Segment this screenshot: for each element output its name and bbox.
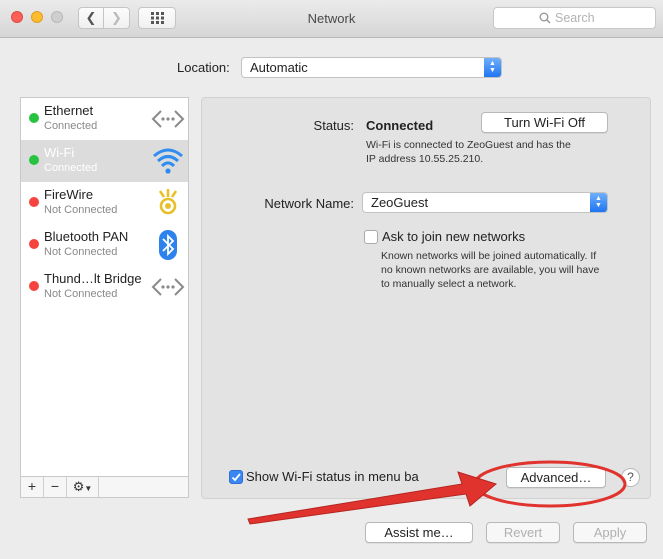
ask-join-description: Known networks will be joined automatica… bbox=[381, 249, 599, 291]
chevron-down-icon: ▼ bbox=[84, 484, 93, 493]
ask-join-description-line: no known networks are available, you wil… bbox=[381, 264, 600, 276]
service-status: Not Connected bbox=[44, 204, 118, 216]
location-value: Automatic bbox=[250, 60, 308, 75]
ask-join-description-line: to manually select a network. bbox=[381, 278, 517, 290]
add-service-button[interactable]: + bbox=[21, 477, 44, 497]
search-placeholder: Search bbox=[555, 11, 595, 25]
thunderbolt-bridge-icon bbox=[151, 278, 185, 296]
gear-icon: ⚙ bbox=[72, 479, 85, 494]
updown-arrows-icon: ▲ ▼ bbox=[484, 58, 501, 77]
show-wifi-status-checkbox[interactable] bbox=[229, 470, 243, 484]
firewire-icon bbox=[158, 189, 178, 215]
ask-join-description-line: Known networks will be joined automatica… bbox=[381, 250, 597, 262]
service-name: Bluetooth PAN bbox=[44, 229, 129, 244]
service-item-bluetooth-pan[interactable]: Bluetooth PAN Not Connected bbox=[21, 224, 188, 266]
minus-icon: − bbox=[50, 478, 60, 494]
checkmark-icon bbox=[231, 473, 241, 482]
search-icon bbox=[539, 12, 551, 24]
service-item-wifi[interactable]: Wi-Fi Connected bbox=[21, 140, 188, 182]
network-name-select[interactable]: ZeoGuest ▲ ▼ bbox=[362, 192, 608, 213]
status-dot bbox=[29, 281, 39, 291]
service-status: Not Connected bbox=[44, 246, 118, 258]
service-item-thunderbolt-bridge[interactable]: Thund…lt Bridge Not Connected bbox=[21, 266, 188, 308]
service-status: Connected bbox=[44, 120, 98, 132]
service-status: Not Connected bbox=[44, 288, 118, 300]
status-description: Wi-Fi is connected to ZeoGuest and has t… bbox=[366, 138, 571, 166]
status-description-line: Wi-Fi is connected to ZeoGuest and has t… bbox=[366, 139, 571, 151]
location-label: Location: bbox=[177, 60, 230, 75]
advanced-button[interactable]: Advanced… bbox=[506, 467, 606, 488]
service-item-firewire[interactable]: FireWire Not Connected bbox=[21, 182, 188, 224]
search-field[interactable]: Search bbox=[493, 7, 656, 29]
status-dot bbox=[29, 197, 39, 207]
service-name: Thund…lt Bridge bbox=[44, 271, 142, 286]
show-wifi-status-label: Show Wi-Fi status in menu ba bbox=[246, 469, 419, 484]
service-name: Wi-Fi bbox=[44, 145, 75, 160]
wifi-icon bbox=[153, 148, 183, 174]
title-bar: ❮ ❯ Network Search bbox=[0, 0, 663, 38]
assist-me-button[interactable]: Assist me… bbox=[365, 522, 473, 543]
apply-button[interactable]: Apply bbox=[573, 522, 647, 543]
plus-icon: + bbox=[27, 478, 37, 494]
service-list-controls: + − ⚙▼ bbox=[20, 477, 189, 498]
ethernet-icon bbox=[151, 110, 185, 128]
ask-join-checkbox[interactable] bbox=[364, 230, 378, 244]
status-dot bbox=[29, 239, 39, 249]
updown-arrows-icon: ▲ ▼ bbox=[590, 193, 607, 212]
status-description-line: IP address 10.55.25.210. bbox=[366, 153, 484, 165]
bluetooth-icon bbox=[159, 230, 177, 260]
revert-button[interactable]: Revert bbox=[486, 522, 560, 543]
help-button[interactable]: ? bbox=[621, 468, 640, 487]
service-actions-button[interactable]: ⚙▼ bbox=[67, 477, 99, 497]
status-value: Connected bbox=[366, 118, 434, 133]
location-select[interactable]: Automatic ▲ ▼ bbox=[241, 57, 502, 78]
status-label: Status: bbox=[313, 118, 354, 133]
ask-join-label: Ask to join new networks bbox=[382, 229, 526, 244]
turn-wifi-off-button[interactable]: Turn Wi-Fi Off bbox=[481, 112, 608, 133]
status-dot bbox=[29, 113, 39, 123]
service-item-ethernet[interactable]: Ethernet Connected bbox=[21, 98, 188, 140]
network-name-label: Network Name: bbox=[264, 196, 354, 211]
service-list: Ethernet Connected Wi-Fi Connected FireW… bbox=[20, 97, 189, 477]
service-name: Ethernet bbox=[44, 103, 94, 118]
network-name-value: ZeoGuest bbox=[371, 195, 429, 210]
remove-service-button[interactable]: − bbox=[44, 477, 67, 497]
service-name: FireWire bbox=[44, 187, 94, 202]
detail-panel: Status: Connected Turn Wi-Fi Off Wi-Fi i… bbox=[201, 97, 651, 499]
service-status: Connected bbox=[44, 162, 98, 174]
status-dot bbox=[29, 155, 39, 165]
